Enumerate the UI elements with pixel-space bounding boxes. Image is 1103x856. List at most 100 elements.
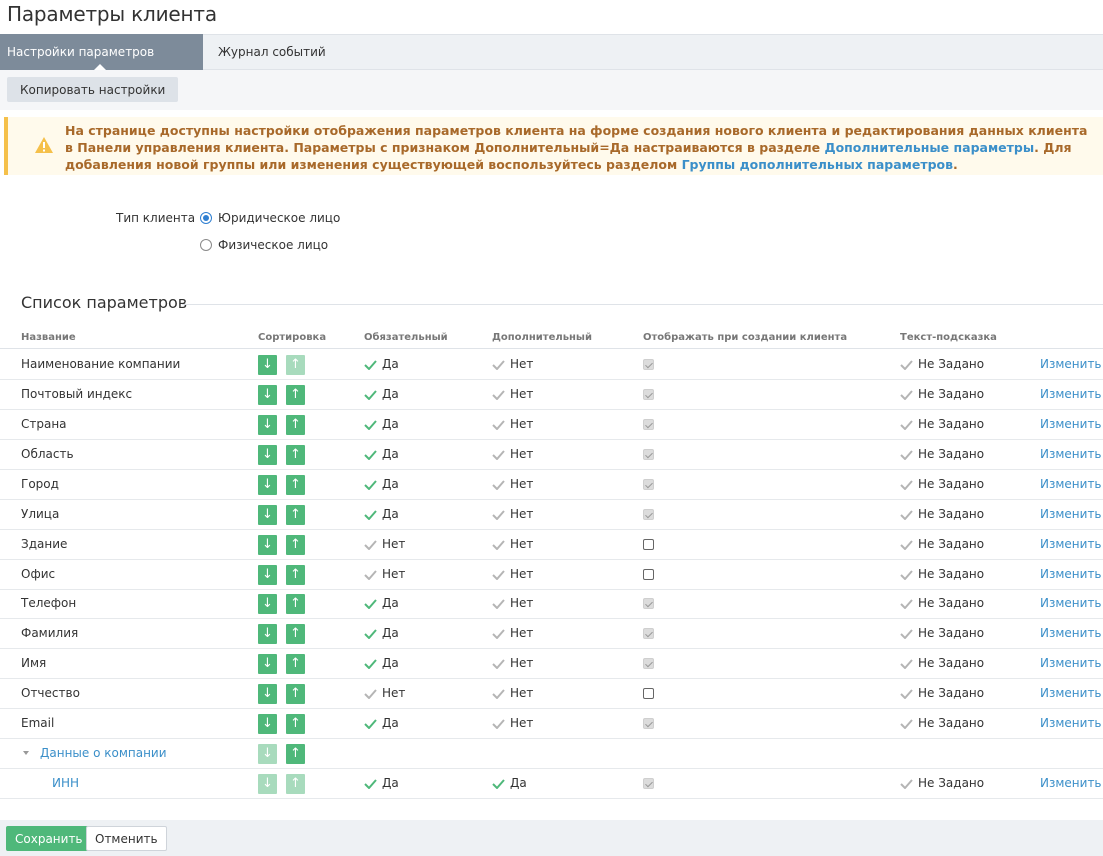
- edit-link[interactable]: Изменить: [1040, 440, 1102, 469]
- edit-link[interactable]: Изменить: [1040, 769, 1102, 798]
- edit-link[interactable]: Изменить: [1040, 679, 1102, 708]
- show-on-create-checkbox[interactable]: [643, 569, 654, 580]
- sort-down-button[interactable]: ↓: [258, 684, 277, 704]
- checkmark-icon: [364, 389, 377, 400]
- additional-value: Нет: [492, 649, 533, 678]
- sort-down-button[interactable]: ↓: [258, 624, 277, 644]
- checkmark-icon: [900, 509, 913, 520]
- sort-down-button[interactable]: ↓: [258, 714, 277, 734]
- hint-text: Не Задано: [918, 686, 985, 700]
- checkmark-icon: [900, 658, 913, 669]
- sort-up-button[interactable]: ↑: [286, 744, 305, 764]
- sort-down-button[interactable]: ↓: [258, 654, 277, 674]
- radio-button[interactable]: [200, 239, 212, 251]
- sort-down-button[interactable]: ↓: [258, 445, 277, 465]
- radio-individual[interactable]: Физическое лицо: [200, 238, 328, 252]
- additional-params-link[interactable]: Дополнительные параметры: [824, 140, 1034, 155]
- edit-link[interactable]: Изменить: [1040, 470, 1102, 499]
- required-value: Да: [364, 470, 399, 499]
- sort-up-button[interactable]: ↑: [286, 654, 305, 674]
- param-name: Имя: [21, 656, 47, 670]
- sort-up-button[interactable]: ↑: [286, 774, 305, 794]
- sort-up-button[interactable]: ↑: [286, 565, 305, 585]
- edit-link[interactable]: Изменить: [1040, 410, 1102, 439]
- hint-value: Не Задано: [900, 380, 984, 409]
- edit-link[interactable]: Изменить: [1040, 500, 1102, 529]
- radio-legal-entity[interactable]: Юридическое лицо: [200, 211, 340, 225]
- param-name: Офис: [21, 567, 56, 581]
- param-groups-link[interactable]: Группы дополнительных параметров: [682, 157, 953, 172]
- checkmark-icon: [492, 569, 505, 580]
- table-row: Фамилия ↓ ↑ Да Нет Не Задано Изменить: [0, 619, 1103, 649]
- hint-text: Не Задано: [918, 417, 985, 431]
- checkmark-icon: [492, 479, 505, 490]
- group-name[interactable]: Данные о компании: [40, 739, 167, 768]
- table-row: ИНН ↓ ↑ Да Да Не Задано Изменить: [0, 769, 1103, 799]
- param-name: Фамилия: [21, 626, 79, 640]
- sort-up-button[interactable]: ↑: [286, 624, 305, 644]
- edit-link[interactable]: Изменить: [1040, 530, 1102, 559]
- edit-link[interactable]: Изменить: [1040, 649, 1102, 678]
- required-text: Да: [382, 776, 399, 790]
- sort-up-button[interactable]: ↑: [286, 445, 305, 465]
- sort-down-button[interactable]: ↓: [258, 415, 277, 435]
- checkmark-icon: [364, 688, 377, 699]
- additional-value: Нет: [492, 380, 533, 409]
- edit-link[interactable]: Изменить: [1040, 380, 1102, 409]
- required-text: Да: [382, 357, 399, 371]
- hint-value: Не Задано: [900, 589, 984, 618]
- table-row: Наименование компании ↓ ↑ Да Нет Не Задано Изм…: [0, 350, 1103, 380]
- copy-settings-button[interactable]: Копировать настройки: [7, 77, 179, 102]
- sort-down-button[interactable]: ↓: [258, 475, 277, 495]
- hint-value: Не Задано: [900, 470, 984, 499]
- params-table-header: Название Сортировка Обязательный Дополни…: [0, 329, 1103, 349]
- show-on-create-checkbox[interactable]: [643, 539, 654, 550]
- required-value: Да: [364, 410, 399, 439]
- sort-up-button[interactable]: ↑: [286, 355, 305, 375]
- sort-down-button[interactable]: ↓: [258, 535, 277, 555]
- checkmark-icon: [492, 658, 505, 669]
- checkmark-icon: [492, 389, 505, 400]
- sort-up-button[interactable]: ↑: [286, 415, 305, 435]
- tab-client-params-settings[interactable]: Настройки параметров клиента: [0, 34, 203, 95]
- sort-down-button[interactable]: ↓: [258, 505, 277, 525]
- sort-up-button[interactable]: ↑: [286, 385, 305, 405]
- sort-down-button[interactable]: ↓: [258, 385, 277, 405]
- sort-up-button[interactable]: ↑: [286, 594, 305, 614]
- table-row: Город ↓ ↑ Да Нет Не Задано Изменить: [0, 470, 1103, 500]
- edit-link[interactable]: Изменить: [1040, 709, 1102, 738]
- sort-up-button[interactable]: ↑: [286, 535, 305, 555]
- sort-up-button[interactable]: ↑: [286, 714, 305, 734]
- show-on-create-checkbox: [643, 419, 654, 430]
- param-name[interactable]: ИНН: [52, 769, 79, 798]
- sort-up-button[interactable]: ↑: [286, 475, 305, 495]
- checkmark-icon: [492, 449, 505, 460]
- param-name: Отчество: [21, 686, 80, 700]
- edit-link[interactable]: Изменить: [1040, 350, 1102, 379]
- edit-link[interactable]: Изменить: [1040, 560, 1102, 589]
- sort-down-button[interactable]: ↓: [258, 744, 277, 764]
- additional-text: Нет: [510, 417, 534, 431]
- edit-link[interactable]: Изменить: [1040, 589, 1102, 618]
- edit-link[interactable]: Изменить: [1040, 619, 1102, 648]
- sort-down-button[interactable]: ↓: [258, 774, 277, 794]
- cancel-button[interactable]: Отменить: [86, 826, 167, 851]
- tab-event-log[interactable]: Журнал событий: [211, 34, 333, 70]
- required-value: Да: [364, 649, 399, 678]
- sort-down-button[interactable]: ↓: [258, 594, 277, 614]
- save-button[interactable]: Сохранить: [6, 826, 92, 851]
- sort-down-button[interactable]: ↓: [258, 565, 277, 585]
- radio-button-checked[interactable]: [200, 212, 212, 224]
- param-name: Наименование компании: [21, 357, 181, 371]
- collapse-caret-icon[interactable]: [23, 751, 29, 755]
- sort-down-button[interactable]: ↓: [258, 355, 277, 375]
- sort-up-button[interactable]: ↑: [286, 684, 305, 704]
- sort-up-button[interactable]: ↑: [286, 505, 305, 525]
- show-on-create-checkbox[interactable]: [643, 688, 654, 699]
- param-name: Здание: [21, 537, 68, 551]
- checkmark-icon: [492, 509, 505, 520]
- table-row: Почтовый индекс ↓ ↑ Да Нет Не Задано Изменить: [0, 380, 1103, 410]
- hint-text: Не Задано: [918, 537, 985, 551]
- additional-value: Нет: [492, 619, 533, 648]
- checkmark-icon: [364, 658, 377, 669]
